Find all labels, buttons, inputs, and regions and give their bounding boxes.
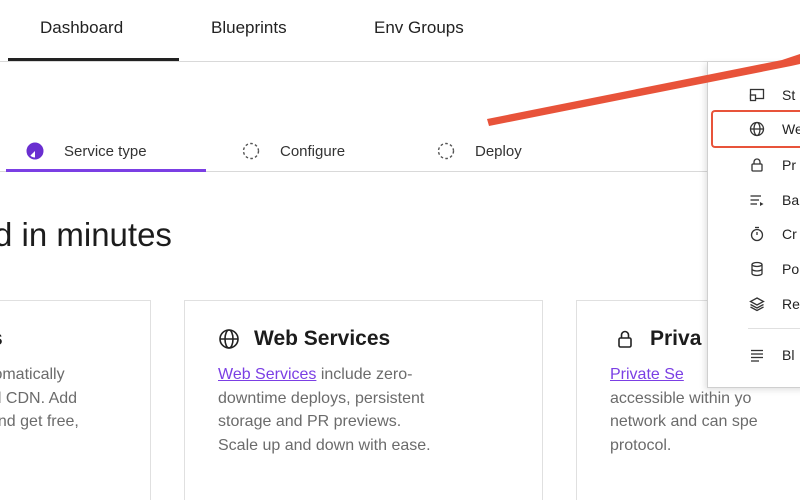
step-service-type[interactable]: Service type <box>26 140 147 162</box>
menu-item-blueprint[interactable]: Bl <box>708 340 800 370</box>
web-services-link[interactable]: Web Services <box>218 366 316 383</box>
new-service-dropdown: St We Pr Ba Cr Po Re Bl <box>707 62 800 388</box>
background-worker-icon <box>750 195 764 206</box>
step-deploy[interactable]: Deploy <box>437 140 522 162</box>
globe-icon <box>219 329 239 349</box>
stopwatch-icon <box>750 226 764 242</box>
tab-blueprints[interactable]: Blueprints <box>211 18 287 38</box>
dashed-circle-icon <box>437 142 455 160</box>
menu-item-web-service[interactable]: We <box>711 110 800 148</box>
card-title: Web Services <box>254 327 391 350</box>
tab-dashboard[interactable]: Dashboard <box>40 18 123 38</box>
active-step-indicator <box>6 169 206 172</box>
page-headline: d in minutes <box>0 216 172 253</box>
service-card-static-sites[interactable]: s tomatically al CDN. Add and get free, … <box>0 300 151 500</box>
tab-env-groups[interactable]: Env Groups <box>374 18 464 38</box>
menu-separator <box>748 328 800 329</box>
step-label: Configure <box>280 142 346 160</box>
menu-item-static-site[interactable]: St <box>708 80 800 110</box>
menu-item-redis[interactable]: Re <box>708 289 800 319</box>
card-title: Priva <box>650 327 702 350</box>
private-services-link[interactable]: Private Se <box>610 366 684 383</box>
list-icon <box>751 349 763 362</box>
menu-item-background-worker[interactable]: Ba <box>708 185 800 215</box>
card-title-row: Web Services <box>218 327 390 351</box>
globe-icon <box>749 121 765 137</box>
database-icon <box>751 261 763 277</box>
static-site-icon <box>749 88 765 102</box>
card-description: Web Services include zero- downtime depl… <box>218 366 431 454</box>
menu-item-private-service[interactable]: Pr <box>708 150 800 180</box>
card-title: s <box>0 327 3 351</box>
lock-icon <box>618 330 632 348</box>
card-title-row: Priva <box>614 327 701 351</box>
service-card-web-services[interactable]: Web Services Web Services include zero- … <box>184 300 543 500</box>
step-label: Service type <box>64 142 147 160</box>
lock-icon <box>751 158 763 172</box>
dashed-circle-icon <box>242 142 260 160</box>
layers-icon <box>749 297 765 312</box>
top-nav: Dashboard Blueprints Env Groups <box>0 0 800 62</box>
menu-item-postgresql[interactable]: Po <box>708 254 800 284</box>
step-label: Deploy <box>475 142 522 160</box>
active-tab-underline <box>8 58 179 61</box>
progress-half-icon <box>26 142 44 160</box>
creation-steps: Service type Configure Deploy <box>0 128 720 172</box>
card-description: tomatically al CDN. Add and get free, . <box>0 366 79 430</box>
step-configure[interactable]: Configure <box>242 140 345 162</box>
menu-item-cron-job[interactable]: Cr <box>708 219 800 249</box>
